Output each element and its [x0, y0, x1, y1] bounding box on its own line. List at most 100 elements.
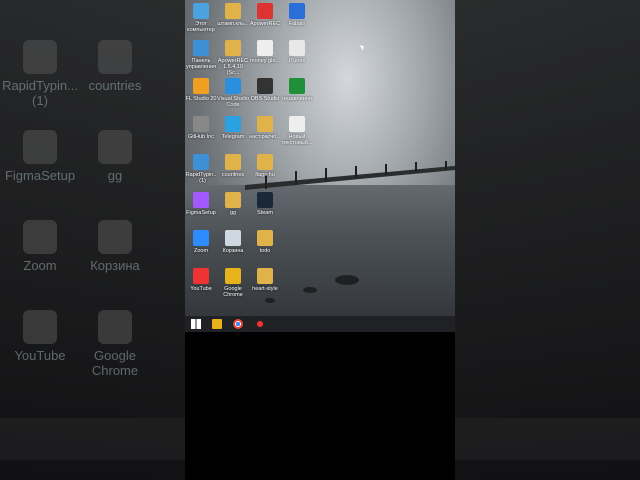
background-icon: countries [60, 40, 170, 93]
desktop-icon[interactable]: GitHub Inc [185, 116, 217, 140]
desktop-icon[interactable]: gg [217, 192, 249, 216]
desktop-icon[interactable]: Новый текстовый... [281, 116, 313, 146]
desktop[interactable]: Этот компьютер штамп.кль... ApowerREC Fabal… [185, 0, 455, 316]
desktop-icon-label: Google Chrome [223, 286, 243, 298]
desktop-icon-label: GitHub Inc [188, 134, 214, 140]
desktop-icon-label: незавлення [282, 96, 312, 102]
desktop-icon[interactable]: OBS Studio [249, 78, 281, 102]
desktop-icon-image [225, 268, 241, 284]
desktop-icon-image [257, 154, 273, 170]
rock [303, 287, 317, 293]
desktop-icon[interactable]: Visual Studio Code [217, 78, 249, 108]
desktop-icon-image [225, 3, 241, 19]
desktop-icon-label: OBS Studio [250, 96, 280, 102]
desktop-icon-image [193, 78, 209, 94]
mouse-cursor-icon [359, 43, 366, 51]
desktop-icon-label: Visual Studio Code [217, 96, 250, 108]
desktop-icon-image [193, 268, 209, 284]
desktop-icon[interactable]: ApowerREC 1.5.4.10 (Sc... [217, 40, 249, 76]
desktop-icon[interactable]: незавлення [281, 78, 313, 102]
desktop-icon-image [289, 116, 305, 132]
desktop-icon-image [193, 154, 209, 170]
desktop-icon[interactable]: todo [249, 230, 281, 254]
desktop-icon[interactable]: Корзина [217, 230, 249, 254]
desktop-icon-image [193, 3, 209, 19]
background-icon-image [98, 130, 132, 164]
desktop-icon-label: Корзина [222, 248, 244, 254]
desktop-icon[interactable]: ApowerREC [249, 3, 281, 27]
desktop-icon-label: YouTube [190, 286, 212, 292]
desktop-icon-label: FL Studio 20 [185, 96, 217, 102]
desktop-icon-label: money glo... [250, 58, 280, 64]
desktop-icon-label: Fabalo [288, 21, 306, 27]
desktop-icon[interactable]: iTunes [281, 40, 313, 64]
background-icon-sublabel: Chrome [91, 363, 139, 378]
desktop-icon-image [257, 78, 273, 94]
desktop-icon[interactable]: Панель управления [185, 40, 217, 70]
desktop-icon[interactable]: Google Chrome [217, 268, 249, 298]
background-icon: Корзина [60, 220, 170, 273]
desktop-icon[interactable]: countries [217, 154, 249, 178]
desktop-icon-image [257, 230, 273, 246]
desktop-icon-image [193, 40, 209, 56]
background-icon-image [23, 310, 57, 344]
background-icon-label: gg [107, 168, 123, 183]
desktop-icon-label: Steam [257, 210, 273, 216]
desktop-icon-image [193, 192, 209, 208]
background-icon-image [98, 220, 132, 254]
desktop-icon[interactable]: Zoom [185, 230, 217, 254]
background-icon-image [23, 220, 57, 254]
windows-icon[interactable] [191, 319, 201, 329]
desktop-icon-image [193, 230, 209, 246]
desktop-icon-label: gg [229, 210, 237, 216]
background-icon-image [98, 310, 132, 344]
desktop-icon[interactable]: money glo... [249, 40, 281, 64]
desktop-icon-label: heart-style [252, 286, 278, 292]
desktop-icon-image [225, 116, 241, 132]
background-icon-image [23, 130, 57, 164]
rock [265, 298, 275, 303]
desktop-icon[interactable]: heart-style [249, 268, 281, 292]
background-icon-label: countries [88, 78, 142, 93]
desktop-icon[interactable]: RapidTypin... (1) [185, 154, 217, 184]
desktop-icon-label: iTunes [288, 58, 306, 64]
desktop-icon-label: countries [221, 172, 245, 178]
desktop-icon[interactable]: наст.расчо... [249, 116, 281, 140]
background-icon-label: Корзина [90, 258, 140, 273]
desktop-icon-label: ApowerREC 1.5.4.10 (Sc... [217, 58, 249, 76]
store-icon[interactable] [212, 319, 222, 329]
desktop-icon[interactable]: Fabalo [281, 3, 313, 27]
desktop-icon-label: Zoom [193, 248, 209, 254]
desktop-icon[interactable]: FigmaSetup [185, 192, 217, 216]
chrome-icon[interactable] [233, 319, 243, 329]
desktop-icon-image [257, 40, 273, 56]
desktop-icon-label: Панель управления [186, 58, 216, 70]
desktop-icon-label: RapidTypin... (1) [185, 172, 217, 184]
desktop-icon[interactable]: Этот компьютер [185, 3, 217, 33]
desktop-icon-image [225, 154, 241, 170]
desktop-icon[interactable]: Steam [249, 192, 281, 216]
taskbar [185, 316, 455, 332]
rock [335, 275, 359, 285]
desktop-icon-image [225, 78, 241, 94]
desktop-icon-label: штамп.кль... [217, 21, 249, 27]
desktop-icon-label: FigmaSetup [186, 210, 216, 216]
desktop-icon-image [257, 192, 273, 208]
desktop-icon[interactable]: flags-hu [249, 154, 281, 178]
desktop-icon-image [289, 40, 305, 56]
desktop-icon[interactable]: Telegram [217, 116, 249, 140]
desktop-icon-image [225, 192, 241, 208]
background-icon-image [98, 40, 132, 74]
desktop-icon[interactable]: штамп.кль... [217, 3, 249, 27]
desktop-icon-image [257, 116, 273, 132]
background-icon-sublabel: (1) [32, 93, 48, 108]
desktop-icon[interactable]: FL Studio 20 [185, 78, 217, 102]
background-icon: gg [60, 130, 170, 183]
desktop-icon[interactable]: YouTube [185, 268, 217, 292]
desktop-icon-label: наст.расчо... [249, 134, 281, 140]
desktop-icon-image [257, 268, 273, 284]
desktop-icon-image [193, 116, 209, 132]
background-icon-label: Google [94, 348, 136, 363]
background-icon: Google Chrome [60, 310, 170, 378]
record-icon[interactable] [255, 319, 265, 329]
